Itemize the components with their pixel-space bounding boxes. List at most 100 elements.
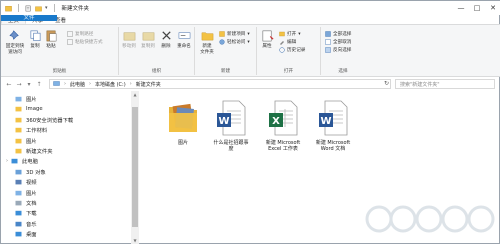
sidebar-item[interactable]: 桌面 [1,229,131,239]
paste-button[interactable]: 粘贴 [44,29,58,50]
navigation-scrollbar[interactable]: ▲ ▼ [131,91,139,244]
pc-icon [53,81,60,86]
tab-file[interactable]: 文件 [1,15,57,21]
sidebar-item[interactable]: › 此电脑 [1,156,131,166]
sidebar-item-label: 3D 对象 [26,169,46,176]
new-folder-button[interactable]: 新建 文件夹 [197,29,217,55]
pin-icon [8,30,19,40]
refresh-icon[interactable]: ↻ [382,80,391,88]
new-folder-quick-icon[interactable] [35,5,42,12]
easy-access-label: 轻松访问 [227,40,246,45]
select-none-button[interactable]: 全部取消 [325,39,351,45]
breadcrumb-local-disk[interactable]: 本地磁盘 (C:) [95,81,126,88]
new-item-button[interactable]: 新建项目 ▾ [219,31,250,37]
invert-selection-icon [325,47,331,53]
paste-shortcut-icon [67,39,73,45]
sidebar-item-label: 工作材料 [26,128,48,135]
copy-button[interactable]: 复制 [28,29,42,50]
sidebar-item[interactable]: 文档 [1,198,131,208]
downloads-icon [15,211,22,216]
pictures-icon [15,190,22,195]
scroll-up-icon[interactable]: ▲ [131,91,139,99]
scroll-down-icon[interactable]: ▼ [131,237,139,244]
chevron-down-icon: ▾ [247,39,250,45]
maximize-button[interactable]: □ [469,1,485,15]
copy-to-button[interactable]: 复制到 [139,29,157,50]
properties-label: 属性 [262,44,272,49]
sidebar-item[interactable]: 3D 对象 [1,167,131,177]
ribbon-tabs: 文件 主页 共享 查看 [1,15,500,25]
copy-path-button[interactable]: 复制路径 [67,31,93,37]
breadcrumb-separator-icon: › [89,81,92,87]
scrollbar-thumb[interactable] [132,107,138,227]
select-all-label: 全部选择 [333,32,352,37]
clipboard-group: 固定到快 速访问 复制 粘贴 复制路径 粘贴快捷方式 剪贴板 [1,27,119,75]
paste-shortcut-button[interactable]: 粘贴快捷方式 [67,39,103,45]
sidebar-item[interactable]: 图片 [1,188,131,198]
back-arrow-icon[interactable]: ← [4,81,14,88]
documents-icon [15,200,22,206]
recent-locations-chevron-icon[interactable]: ▾ [24,81,34,88]
word-document-icon: W [319,100,348,136]
edit-button[interactable]: 编辑 [279,39,296,45]
sidebar-item[interactable]: 工作材料 [1,125,131,135]
history-button[interactable]: 历史记录 [279,47,305,53]
copy-path-icon [67,31,73,37]
rename-button[interactable]: 重命名 [175,29,193,50]
file-item[interactable]: W 什么是社招跟事 度 [203,99,259,152]
open-button[interactable]: 打开 ▾ [279,31,301,37]
select-group-label: 选择 [338,69,348,74]
chevron-down-icon: ▾ [247,31,250,37]
file-item[interactable]: W 新建 Microsoft Word 文档 [305,99,361,152]
edit-label: 编辑 [287,40,297,45]
address-bar[interactable]: › 此电脑 › 本地磁盘 (C:) › 新建文件夹 [49,79,391,89]
sidebar-item[interactable]: 图片 [1,94,131,104]
sidebar-item[interactable]: 下载 [1,208,131,218]
properties-icon[interactable] [25,5,32,12]
select-all-button[interactable]: 全部选择 [325,31,351,37]
copy-path-label: 复制路径 [75,32,94,37]
minimize-button[interactable]: — [453,1,469,15]
explorer-window: ▾ 新建文件夹 — □ ✕ 文件 主页 共享 查看 固定到快 速访问 复制 [0,0,500,244]
breadcrumb-this-pc[interactable]: 此电脑 [70,81,85,88]
sidebar-item[interactable]: 视频 [1,177,131,187]
pin-quick-access-button[interactable]: 固定到快 速访问 [3,29,27,55]
sidebar-item-label: 桌面 [26,232,37,239]
invert-selection-label: 反向选择 [333,48,352,53]
new-item-label: 新建项目 [227,32,246,37]
sidebar-item[interactable]: 图片 [1,136,131,146]
open-label: 打开 [287,32,297,37]
ribbon: 固定到快 速访问 复制 粘贴 复制路径 粘贴快捷方式 剪贴板 移动到 复制到 删… [1,25,500,77]
copy-to-icon [142,32,154,41]
sidebar-item[interactable]: 360安全浏览器下载 [1,115,131,125]
file-item[interactable]: X 新建 Microsoft Excel 工作表 [255,99,311,152]
rename-icon [178,32,190,39]
close-button[interactable]: ✕ [485,1,500,15]
chevron-down-icon[interactable]: ▾ [45,5,48,11]
up-arrow-icon[interactable]: ↑ [34,81,44,88]
paste-shortcut-label: 粘贴快捷方式 [75,40,103,45]
properties-button[interactable]: 属性 [259,29,275,50]
select-all-icon [325,31,331,37]
delete-icon [161,31,171,40]
desktop-icon [15,231,22,237]
history-icon [279,47,285,53]
sidebar-item-label: 音乐 [26,221,37,228]
delete-label: 删除 [161,44,171,49]
rename-label: 重命名 [177,44,191,49]
move-to-button[interactable]: 移动到 [120,29,138,50]
window-title: 新建文件夹 [61,6,90,12]
svg-text:X: X [272,116,280,127]
invert-selection-button[interactable]: 反向选择 [325,47,351,53]
easy-access-button[interactable]: 轻松访问 ▾ [219,39,250,45]
breadcrumb-current-folder[interactable]: 新建文件夹 [136,81,161,88]
sidebar-item[interactable]: 新建文件夹 [1,146,131,156]
history-label: 历史记录 [287,48,306,53]
forward-arrow-icon[interactable]: → [14,81,24,88]
new-folder-icon [201,32,213,41]
expand-chevron-icon[interactable]: › [6,158,8,164]
sidebar-item[interactable]: Image [1,104,131,114]
delete-button[interactable]: 删除 [158,29,174,50]
sidebar-item[interactable]: 音乐 [1,219,131,229]
search-box[interactable]: 搜索"新建文件夹" [395,79,495,89]
